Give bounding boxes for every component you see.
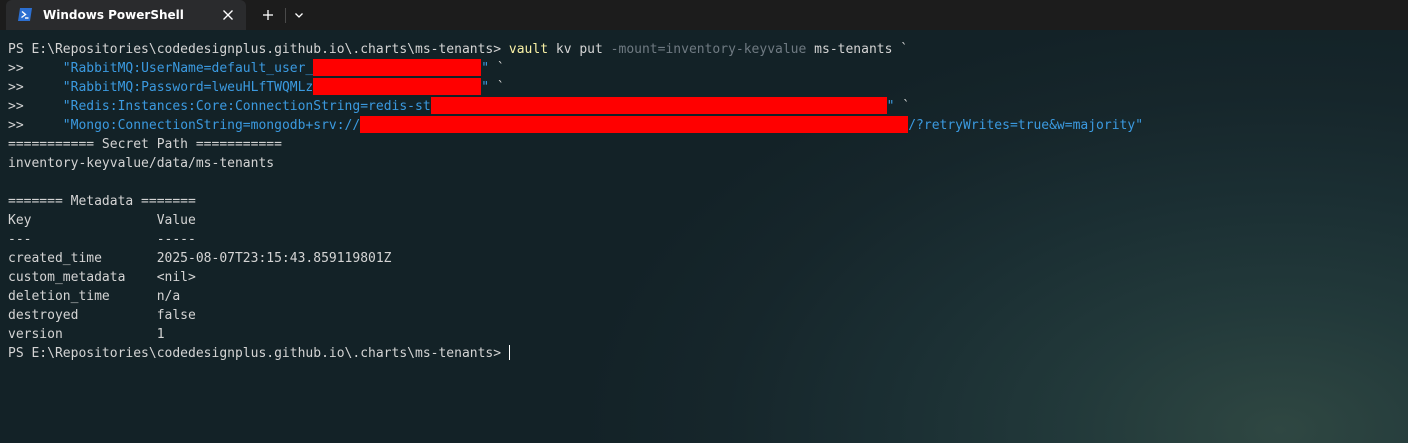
close-icon[interactable] <box>219 6 237 24</box>
redaction-bar <box>313 59 482 76</box>
command-parameter: -mount=inventory-keyvalue <box>610 42 807 57</box>
output-line: =========== Secret Path =========== <box>8 137 282 152</box>
output-line: version 1 <box>8 327 165 342</box>
continuation-prefix: >> <box>8 61 63 76</box>
command-line: PS E:\Repositories\codedesignplus.github… <box>8 40 1143 59</box>
command-args: kv put <box>548 42 611 57</box>
tab-title: Windows PowerShell <box>43 8 184 22</box>
line-continuation: ` <box>894 99 911 114</box>
line-continuation: ` <box>489 61 505 76</box>
continuation-line: >> "Redis:Instances:Core:ConnectionStrin… <box>8 97 1143 116</box>
terminal-output[interactable]: PS E:\Repositories\codedesignplus.github… <box>8 40 1143 363</box>
tab-separator <box>285 8 286 23</box>
value-end: " <box>481 61 490 76</box>
continuation-prefix: >> <box>8 99 63 114</box>
output-line: destroyed false <box>8 308 196 323</box>
value-end: /?retryWrites=true&w=majority" <box>908 118 1144 133</box>
output-line: Key Value <box>8 213 196 228</box>
output-line: deletion_time n/a <box>8 289 181 304</box>
redaction-bar <box>360 116 909 133</box>
prompt: PS E:\Repositories\codedesignplus.github… <box>8 346 502 361</box>
redaction-bar <box>430 97 887 114</box>
text-cursor <box>509 345 511 360</box>
chevron-down-icon[interactable] <box>289 6 309 24</box>
output-line: custom_metadata <nil> <box>8 270 196 285</box>
continuation-line: >> "RabbitMQ:UserName=default_user_ " ` <box>8 59 1143 78</box>
tab-windows-powershell[interactable]: Windows PowerShell <box>6 0 246 30</box>
continuation-line: >> "Mongo:ConnectionString=mongodb+srv:/… <box>8 116 1143 135</box>
env-value: "RabbitMQ:UserName=default_user_ <box>62 61 314 76</box>
output-line: inventory-keyvalue/data/ms-tenants <box>8 156 275 171</box>
env-value: "Mongo:ConnectionString=mongodb+srv:// <box>62 118 361 133</box>
prompt: PS E:\Repositories\codedesignplus.github… <box>8 42 509 57</box>
continuation-line: >> "RabbitMQ:Password=lweuHLfTWQMLz " ` <box>8 78 1143 97</box>
output-line: --- ----- <box>8 232 196 247</box>
final-prompt-line[interactable]: PS E:\Repositories\codedesignplus.github… <box>8 344 1143 363</box>
command-name: vault <box>508 42 549 57</box>
output-line: created_time 2025-08-07T23:15:43.8591198… <box>8 251 392 266</box>
env-value: "Redis:Instances:Core:ConnectionString=r… <box>62 99 431 114</box>
line-continuation: ` <box>489 80 505 95</box>
tab-bar: Windows PowerShell <box>0 0 1408 30</box>
redaction-bar <box>313 78 482 95</box>
output-line: ======= Metadata ======= <box>8 194 196 209</box>
command-target: ms-tenants ` <box>806 42 909 57</box>
value-end: " <box>481 80 490 95</box>
powershell-icon <box>18 8 32 21</box>
plus-icon[interactable] <box>258 6 278 24</box>
continuation-prefix: >> <box>8 80 63 95</box>
env-value: "RabbitMQ:Password=lweuHLfTWQMLz <box>62 80 314 95</box>
continuation-prefix: >> <box>8 118 63 133</box>
